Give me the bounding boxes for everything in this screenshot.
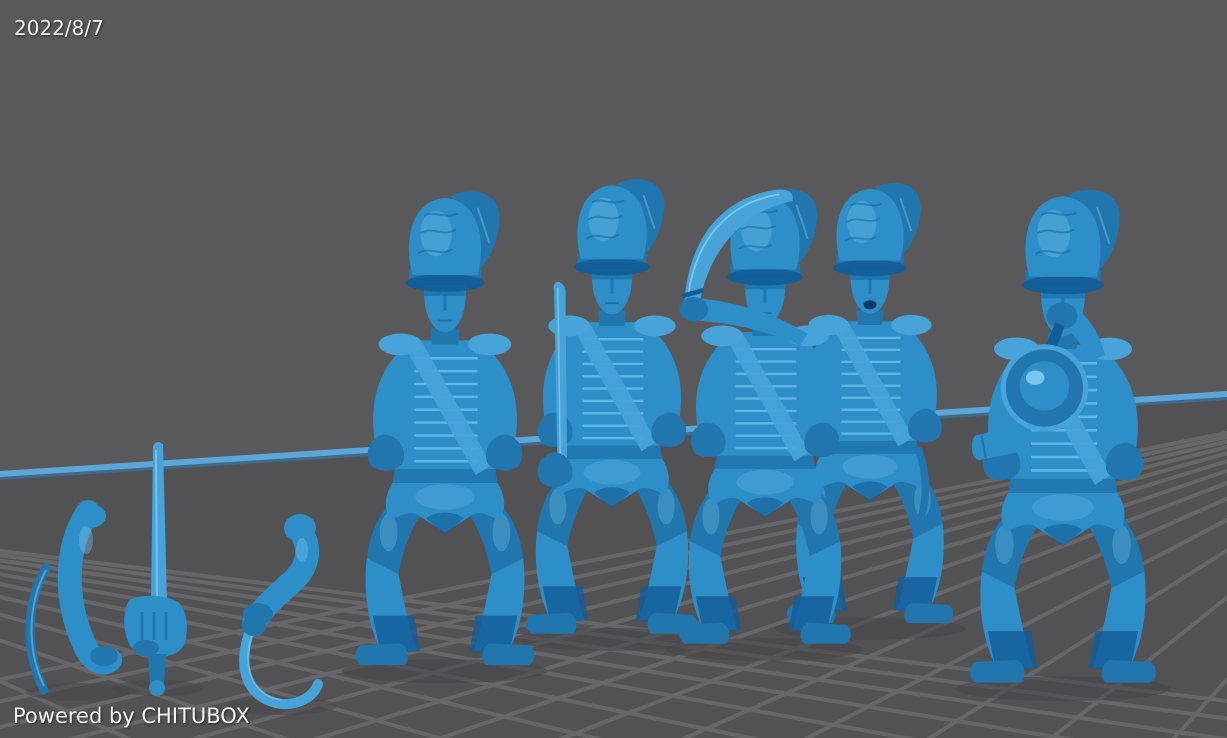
epaulette <box>468 333 512 355</box>
epaulette <box>379 333 423 355</box>
chitubox-3d-viewport[interactable]: Spare bent arm with thin sabreSpare fist… <box>0 0 1227 738</box>
epaulette <box>634 315 676 336</box>
epaulette <box>891 315 931 335</box>
visor <box>405 274 484 292</box>
3d-scene-canvas[interactable]: Spare bent arm with thin sabreSpare fist… <box>0 0 1227 738</box>
visor <box>833 260 907 277</box>
visor <box>727 268 803 285</box>
visor <box>1022 276 1104 295</box>
epaulette <box>701 325 743 346</box>
date-label: 2022/8/7 <box>14 16 104 40</box>
chitubox-watermark: Powered by CHITUBOX <box>13 704 250 728</box>
visor <box>574 258 650 275</box>
open-mouth <box>864 300 877 309</box>
